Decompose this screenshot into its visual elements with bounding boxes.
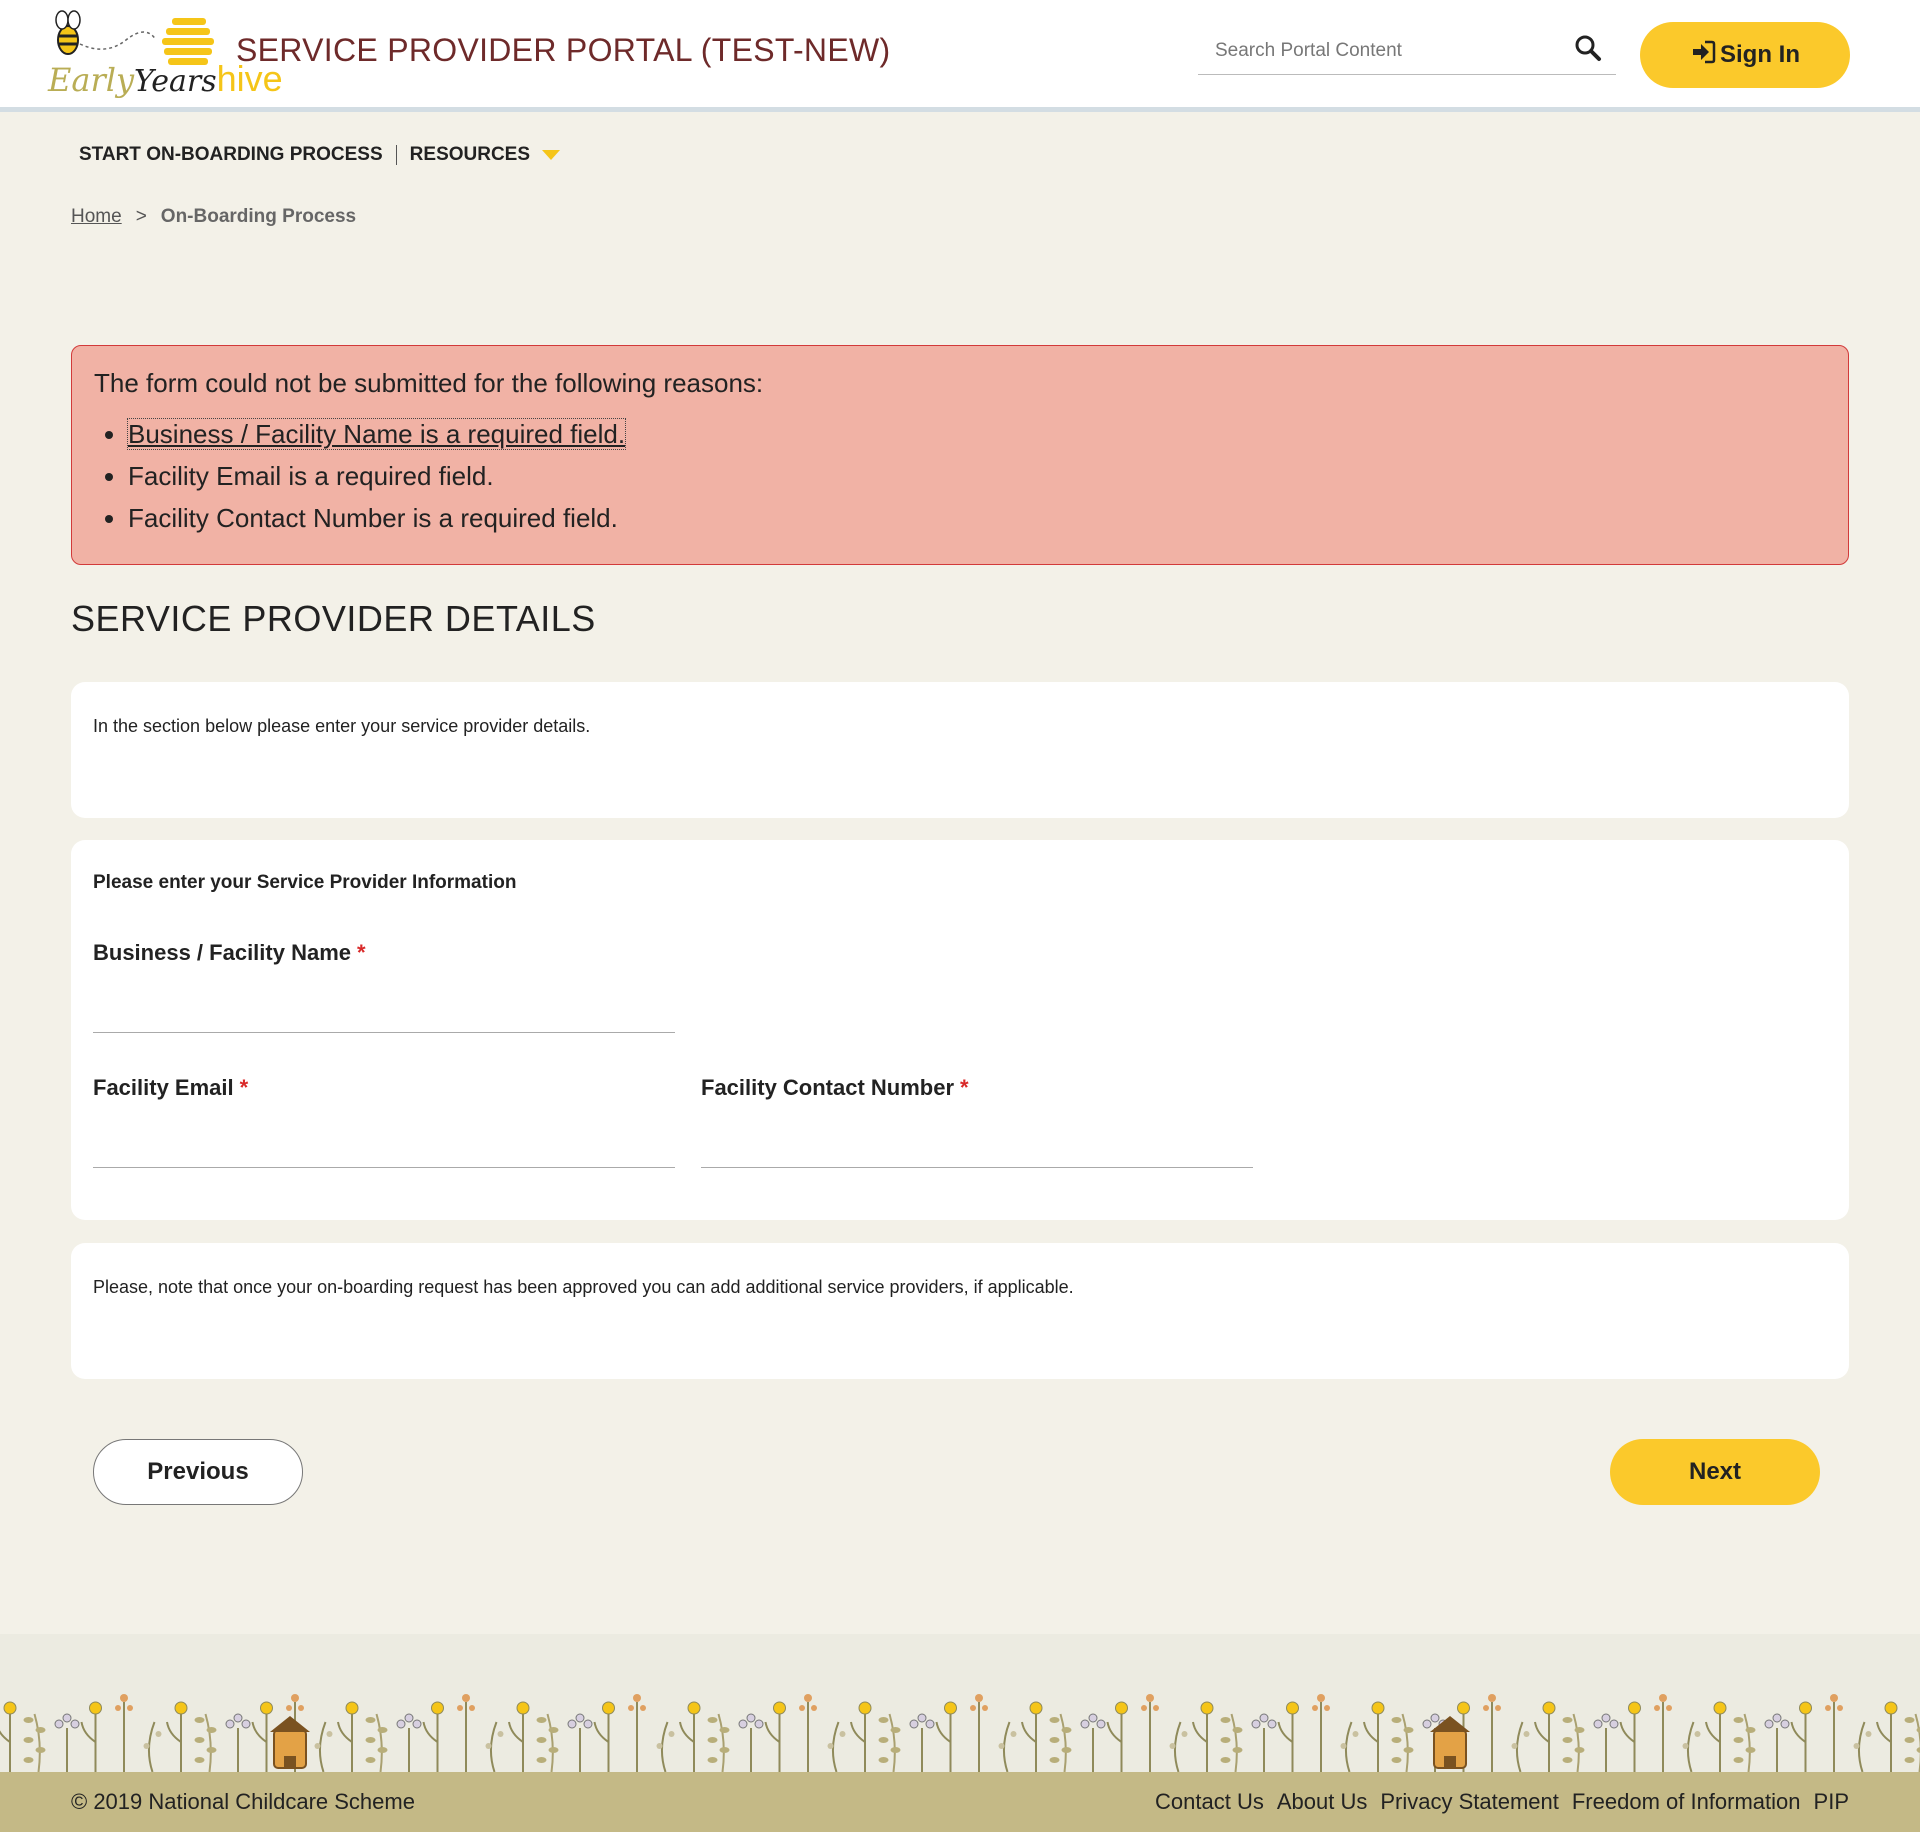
facility-email-label-text: Facility Email [93,1075,234,1100]
breadcrumb-separator: > [135,206,147,227]
footer-link-foi[interactable]: Freedom of Information [1572,1789,1801,1815]
search-input[interactable] [1198,28,1577,74]
main-nav: START ON-BOARDING PROCESS RESOURCES [79,144,561,166]
logo-early: Early [48,61,135,99]
business-name-label-text: Business / Facility Name [93,940,351,965]
footer-links: Contact Us About Us Privacy Statement Fr… [1155,1789,1849,1815]
business-name-label: Business / Facility Name * [93,940,675,966]
facility-contact-number-label: Facility Contact Number * [701,1075,1253,1101]
search-icon[interactable] [1574,34,1606,66]
footer-link-contact[interactable]: Contact Us [1155,1789,1264,1815]
breadcrumb: Home > On-Boarding Process [71,206,356,228]
facility-contact-number-input[interactable] [701,1129,1253,1168]
intro-panel: In the section below please enter your s… [71,682,1849,818]
sign-in-label: Sign In [1720,41,1800,68]
footer-link-pip[interactable]: PIP [1814,1789,1849,1815]
next-button[interactable]: Next [1610,1439,1820,1505]
flower-border-icon [0,1694,1920,1772]
validation-item: Facility Contact Number is a required fi… [128,497,1826,539]
validation-item: Business / Facility Name is a required f… [126,413,1826,455]
portal-title: SERVICE PROVIDER PORTAL (TEST-NEW) [236,32,891,68]
footer-link-about[interactable]: About Us [1277,1789,1368,1815]
breadcrumb-home-link[interactable]: Home [71,206,122,228]
bottom-note: Please, note that once your on-boarding … [93,1277,1074,1297]
footer-floral-decoration [0,1634,1920,1772]
facility-email-label: Facility Email * [93,1075,675,1101]
required-marker: * [960,1075,969,1100]
nav-item-resources[interactable]: RESOURCES [410,144,530,166]
facility-email-input[interactable] [93,1129,675,1168]
provider-form-panel: Please enter your Service Provider Infor… [71,840,1849,1220]
sign-in-button[interactable]: Sign In [1640,22,1850,88]
nav-item-start-onboarding[interactable]: START ON-BOARDING PROCESS [79,144,383,166]
validation-list: Business / Facility Name is a required f… [94,413,1826,539]
site-header: EarlyYearshive SERVICE PROVIDER PORTAL (… [0,0,1920,112]
nav-divider [395,145,397,165]
form-subheading: Please enter your Service Provider Infor… [93,872,517,893]
validation-lead: The form could not be submitted for the … [94,368,764,398]
validation-summary: The form could not be submitted for the … [71,345,1849,565]
footer-link-privacy[interactable]: Privacy Statement [1380,1789,1559,1815]
required-marker: * [357,940,366,965]
business-name-input[interactable] [93,994,675,1033]
facility-contact-number-field: Facility Contact Number * [701,1075,1253,1168]
intro-note: In the section below please enter your s… [93,716,591,736]
footer-copyright: © 2019 National Childcare Scheme [71,1789,415,1814]
search-box [1198,28,1616,75]
note-panel: Please, note that once your on-boarding … [71,1243,1849,1379]
facility-contact-number-label-text: Facility Contact Number [701,1075,955,1100]
breadcrumb-current: On-Boarding Process [160,206,357,227]
section-title: SERVICE PROVIDER DETAILS [71,598,596,639]
business-name-field: Business / Facility Name * [93,940,675,1033]
chevron-down-icon[interactable] [542,150,561,160]
site-footer: © 2019 National Childcare Scheme Contact… [0,1772,1920,1832]
facility-email-field: Facility Email * [93,1075,675,1168]
logo-years: Years [134,64,217,99]
previous-button[interactable]: Previous [93,1439,303,1505]
sign-in-icon [1690,39,1716,72]
validation-item: Facility Email is a required field. [128,455,1826,497]
required-marker: * [239,1075,249,1100]
error-link-business-name[interactable]: Business / Facility Name is a required f… [126,418,627,450]
